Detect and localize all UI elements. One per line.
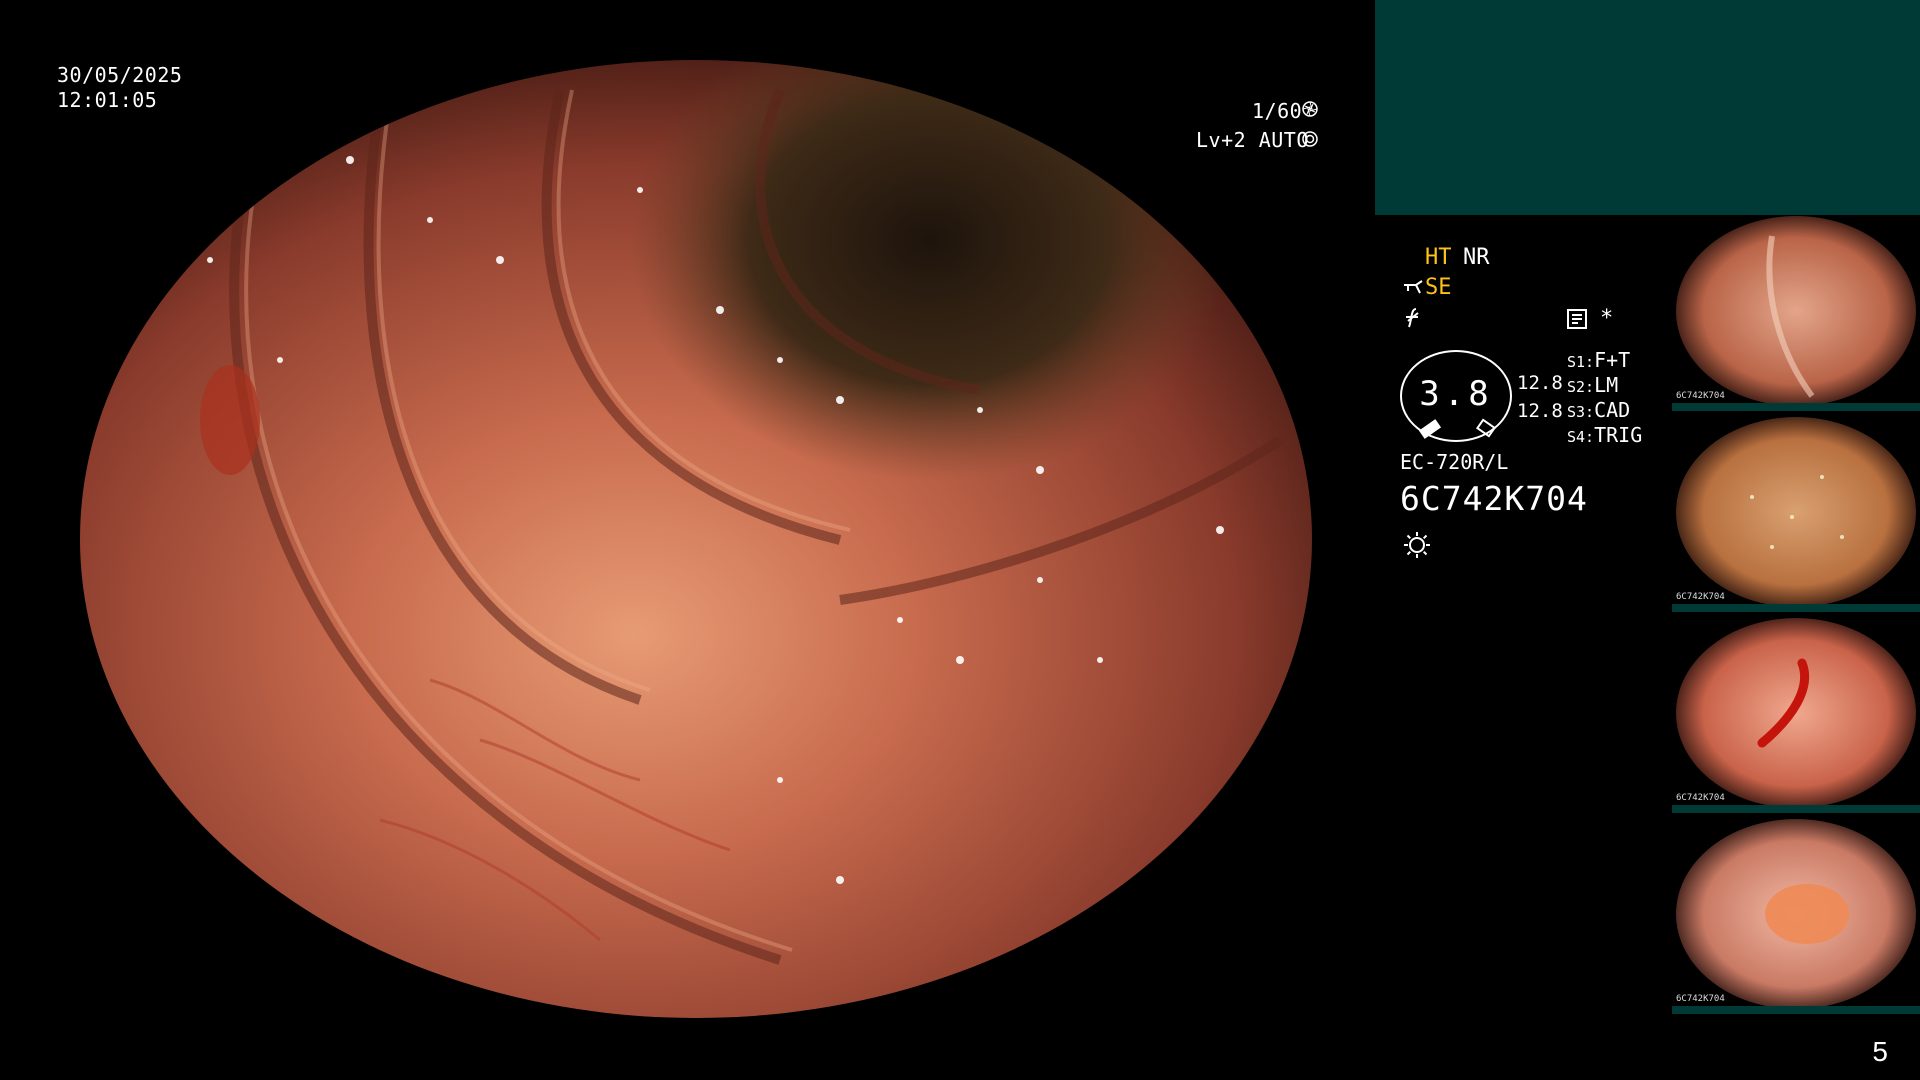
shutter-label: 1/60 — [1252, 99, 1303, 123]
se-indicator: SE — [1425, 275, 1452, 300]
date-label: 30/05/2025 — [57, 63, 183, 87]
switch-item-1: S1:F+T — [1567, 348, 1631, 372]
patient-info-panel — [1375, 0, 1920, 215]
thumbnail-3[interactable]: 6C742K704 — [1672, 618, 1920, 813]
dial-marker-left — [1418, 419, 1442, 439]
switch-item-2: S2:LM — [1567, 373, 1619, 397]
nr-indicator: NR — [1463, 245, 1490, 270]
thumbnail-3-bar — [1672, 805, 1920, 813]
thumbnail-2-label: 6C742K704 — [1676, 592, 1725, 602]
scope-tip-icon — [1402, 277, 1426, 299]
thumbnail-1-label: 6C742K704 — [1676, 391, 1725, 401]
thumbnail-4-bar — [1672, 1006, 1920, 1014]
switch-item-4: S4:TRIG — [1567, 423, 1643, 447]
value-1: 12.8 — [1517, 372, 1563, 394]
thumbnail-1-bar — [1672, 403, 1920, 411]
dial-marker-right — [1476, 418, 1496, 438]
asterisk-icon: * — [1600, 306, 1614, 331]
value-2: 12.8 — [1517, 400, 1563, 422]
memo-icon — [1566, 308, 1588, 330]
zoom-dial: 3.8 — [1400, 350, 1512, 442]
thumbnail-4-label: 6C742K704 — [1676, 994, 1725, 1004]
level-label: Lv+2 AUTO — [1196, 128, 1309, 152]
auto-iris-icon — [1302, 131, 1318, 147]
thumbnail-3-label: 6C742K704 — [1676, 793, 1725, 803]
scope-serial: 6C742K704 — [1400, 479, 1588, 518]
scope-model: EC-720R/L — [1400, 450, 1509, 474]
thumbnail-1[interactable]: 6C742K704 — [1672, 216, 1920, 411]
aperture-icon — [1302, 101, 1318, 117]
page-number: 5 — [1872, 1036, 1888, 1067]
switch-item-3: S3:CAD — [1567, 398, 1631, 422]
zoom-value: 3.8 — [1419, 374, 1493, 414]
thumbnail-4[interactable]: 6C742K704 — [1672, 819, 1920, 1014]
function-icon — [1402, 307, 1424, 329]
thumbnail-2-bar — [1672, 604, 1920, 612]
time-label: 12:01:05 — [57, 88, 158, 112]
light-icon — [1402, 530, 1432, 560]
thumbnail-2[interactable]: 6C742K704 — [1672, 417, 1920, 612]
endoscopy-main-view — [80, 60, 1312, 1018]
ht-indicator: HT — [1425, 245, 1452, 270]
